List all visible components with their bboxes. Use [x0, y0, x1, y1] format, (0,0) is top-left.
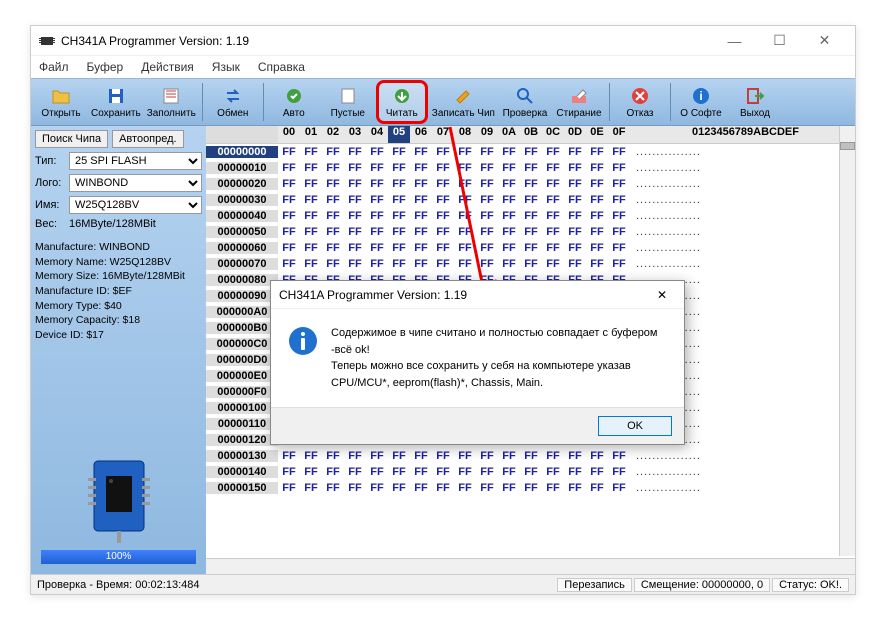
read-icon — [392, 86, 412, 106]
close-button[interactable]: ✕ — [802, 27, 847, 55]
tool-folder-button[interactable]: Открыть — [35, 80, 87, 124]
tool-swap-button[interactable]: Обмен — [207, 80, 259, 124]
scrollbar-vertical[interactable] — [839, 126, 855, 556]
chip-diagram: 100% — [35, 450, 202, 570]
dialog-title: CH341A Programmer Version: 1.19 — [279, 288, 648, 302]
dialog-ok-button[interactable]: OK — [598, 416, 672, 436]
scrollbar-horizontal[interactable] — [206, 558, 855, 574]
tool-blank-button[interactable]: Пустые — [322, 80, 374, 124]
size-value: 16MByte/128MBit — [69, 218, 156, 230]
type-label: Тип: — [35, 155, 65, 167]
tool-erase-button[interactable]: Стирание — [553, 80, 605, 124]
autodetect-button[interactable]: Автоопред. — [112, 130, 184, 148]
about-icon: i — [691, 86, 711, 106]
verify-icon — [515, 86, 535, 106]
status-rewrite: Перезапись — [557, 578, 632, 592]
size-label: Вес: — [35, 218, 65, 230]
fill-icon — [161, 86, 181, 106]
search-chip-button[interactable]: Поиск Чипа — [35, 130, 108, 148]
chip-info: Manufacture: WINBONDMemory Name: W25Q128… — [35, 240, 202, 343]
statusbar: Проверка - Время: 00:02:13:484 Перезапис… — [31, 574, 855, 594]
info-icon — [287, 325, 319, 357]
tool-cancel-button[interactable]: Отказ — [614, 80, 666, 124]
logo-select[interactable]: WINBOND — [69, 174, 202, 192]
tool-exit-button[interactable]: Выход — [729, 80, 781, 124]
sidebar: Поиск Чипа Автоопред. Тип: 25 SPI FLASH … — [31, 126, 206, 574]
hex-header: 000102030405060708090A0B0C0D0E0F 0123456… — [206, 126, 855, 144]
logo-label: Лого: — [35, 177, 65, 189]
dialog-close-button[interactable]: ✕ — [648, 281, 676, 309]
menu-actions[interactable]: Действия — [141, 60, 194, 74]
tool-save-button[interactable]: Сохранить — [89, 80, 143, 124]
tool-about-button[interactable]: iО Софте — [675, 80, 727, 124]
info-dialog: CH341A Programmer Version: 1.19 ✕ Содерж… — [270, 280, 685, 445]
window-title: CH341A Programmer Version: 1.19 — [61, 34, 712, 48]
tool-read-button[interactable]: Читать — [376, 80, 428, 124]
status-time: Проверка - Время: 00:02:13:484 — [37, 579, 557, 591]
minimize-button[interactable]: — — [712, 27, 757, 55]
type-select[interactable]: 25 SPI FLASH — [69, 152, 202, 170]
svg-text:i: i — [699, 89, 702, 103]
progress-bar: 100% — [41, 550, 196, 564]
swap-icon — [223, 86, 243, 106]
tool-auto-button[interactable]: Авто — [268, 80, 320, 124]
save-icon — [106, 86, 126, 106]
tool-verify-button[interactable]: Проверка — [499, 80, 551, 124]
name-select[interactable]: W25Q128BV — [69, 196, 202, 214]
auto-icon — [284, 86, 304, 106]
blank-icon — [338, 86, 358, 106]
chip-icon — [84, 456, 154, 546]
folder-icon — [51, 86, 71, 106]
tool-write-button[interactable]: Записать Чип — [430, 80, 497, 124]
status-state: Статус: OK!. — [772, 578, 849, 592]
status-offset: Смещение: 00000000, 0 — [634, 578, 770, 592]
app-icon — [39, 33, 55, 49]
cancel-icon — [630, 86, 650, 106]
name-label: Имя: — [35, 199, 65, 211]
menu-buffer[interactable]: Буфер — [87, 60, 124, 74]
menu-file[interactable]: Файл — [39, 60, 69, 74]
dialog-message: Содержимое в чипе считано и полностью со… — [331, 325, 668, 391]
menubar: Файл Буфер Действия Язык Справка — [31, 56, 855, 78]
menu-language[interactable]: Язык — [212, 60, 240, 74]
write-icon — [453, 86, 473, 106]
tool-fill-button[interactable]: Заполнить — [145, 80, 198, 124]
erase-icon — [569, 86, 589, 106]
menu-help[interactable]: Справка — [258, 60, 305, 74]
exit-icon — [745, 86, 765, 106]
maximize-button[interactable]: ☐ — [757, 27, 802, 55]
toolbar: ОткрытьСохранитьЗаполнитьОбменАвтоПустые… — [31, 78, 855, 126]
titlebar: CH341A Programmer Version: 1.19 — ☐ ✕ — [31, 26, 855, 56]
